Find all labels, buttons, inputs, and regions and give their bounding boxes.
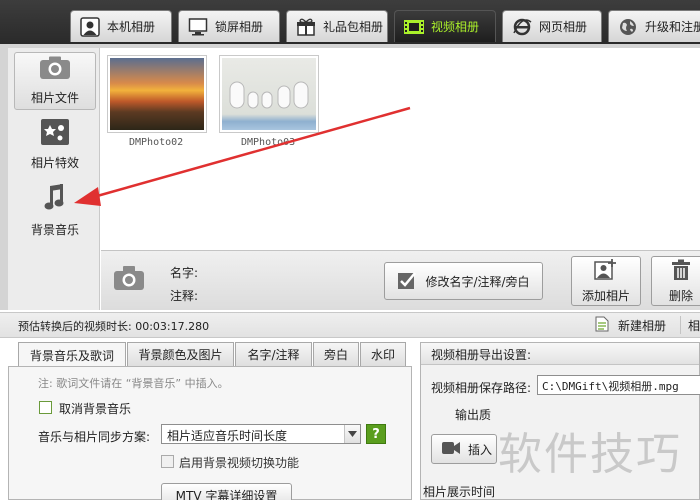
add-photo-label: 添加相片	[581, 288, 630, 303]
watermark-text: 软件技巧	[498, 429, 682, 480]
output-quality-label: 输出质	[455, 408, 492, 422]
save-path-input[interactable]: C:\DMGift\视频相册.mpg	[537, 375, 700, 395]
cancel-bg-music-label: 取消背景音乐	[59, 402, 132, 416]
name-label: 名字:	[170, 266, 199, 280]
export-header: 视频相册导出设置:	[421, 343, 699, 365]
tab-music-lyrics[interactable]: 背景音乐及歌词	[18, 342, 126, 367]
tab-label: 背景音乐及歌词	[29, 348, 114, 363]
tab-label: 旁白	[323, 348, 348, 362]
camera-icon	[113, 265, 145, 294]
edit-button-label: 修改名字/注释/旁白	[425, 274, 530, 289]
insert-button[interactable]: 插入	[431, 434, 497, 464]
new-album-button[interactable]: 新建相册	[595, 316, 666, 335]
mtv-subtitle-label: MTV 字幕详细设置	[175, 488, 278, 500]
music-lyrics-panel: 注: 歌词文件请在 “背景音乐” 中插入。 取消背景音乐 音乐与相片同步方案: …	[8, 366, 412, 500]
photo-info-bar: 名字: 注释: 修改名字/注释/旁白 添加相片 删除	[101, 250, 700, 310]
status-extra-label[interactable]: 相	[688, 317, 700, 334]
sync-scheme-label: 音乐与相片同步方案:	[38, 430, 151, 444]
tab-narration[interactable]: 旁白	[313, 342, 359, 366]
new-album-label: 新建相册	[618, 319, 667, 333]
video-duration-text: 预估转换后的视频时长: 00:03:17.280	[18, 320, 210, 333]
tab-label: 名字/注释	[247, 348, 300, 362]
help-button[interactable]: ?	[366, 424, 386, 444]
video-camera-icon	[442, 441, 460, 458]
trash-icon	[671, 259, 691, 284]
tab-watermark[interactable]: 水印	[360, 342, 406, 366]
sync-scheme-select[interactable]: 相片适应音乐时间长度	[161, 424, 361, 444]
sync-scheme-value: 相片适应音乐时间长度	[167, 429, 288, 443]
help-icon: ?	[372, 426, 380, 442]
save-path-value: C:\DMGift\视频相册.mpg	[542, 380, 679, 393]
photo-display-time-label: 相片展示时间	[423, 485, 496, 499]
lyrics-note: 注: 歌词文件请在 “背景音乐” 中插入。	[38, 377, 229, 390]
status-divider	[680, 316, 681, 334]
bg-video-switch-checkbox[interactable]	[161, 455, 174, 468]
status-bar: 预估转换后的视频时长: 00:03:17.280 新建相册 相	[0, 312, 700, 338]
bg-video-switch-label: 启用背景视频切换功能	[179, 456, 300, 470]
delete-button[interactable]: 删除	[651, 256, 700, 306]
save-path-label: 视频相册保存路径:	[431, 381, 532, 395]
tab-bg-color-image[interactable]: 背景颜色及图片	[127, 342, 234, 366]
chevron-down-icon[interactable]	[344, 425, 360, 443]
edit-name-note-narration-button[interactable]: 修改名字/注释/旁白	[384, 262, 543, 300]
delete-label: 删除	[668, 288, 693, 303]
mtv-subtitle-settings-button[interactable]: MTV 字幕详细设置	[161, 483, 292, 500]
edit-checkbox-icon	[397, 270, 417, 293]
insert-label: 插入	[468, 442, 493, 457]
add-photo-button[interactable]: 添加相片	[571, 256, 641, 306]
tab-label: 水印	[370, 348, 395, 362]
document-icon	[595, 316, 609, 335]
tab-name-note[interactable]: 名字/注释	[235, 342, 312, 366]
export-title: 视频相册导出设置:	[431, 348, 532, 362]
add-portrait-icon	[594, 258, 618, 284]
cancel-bg-music-checkbox[interactable]	[39, 401, 52, 414]
tab-label: 背景颜色及图片	[138, 348, 223, 362]
note-label: 注释:	[170, 289, 199, 303]
